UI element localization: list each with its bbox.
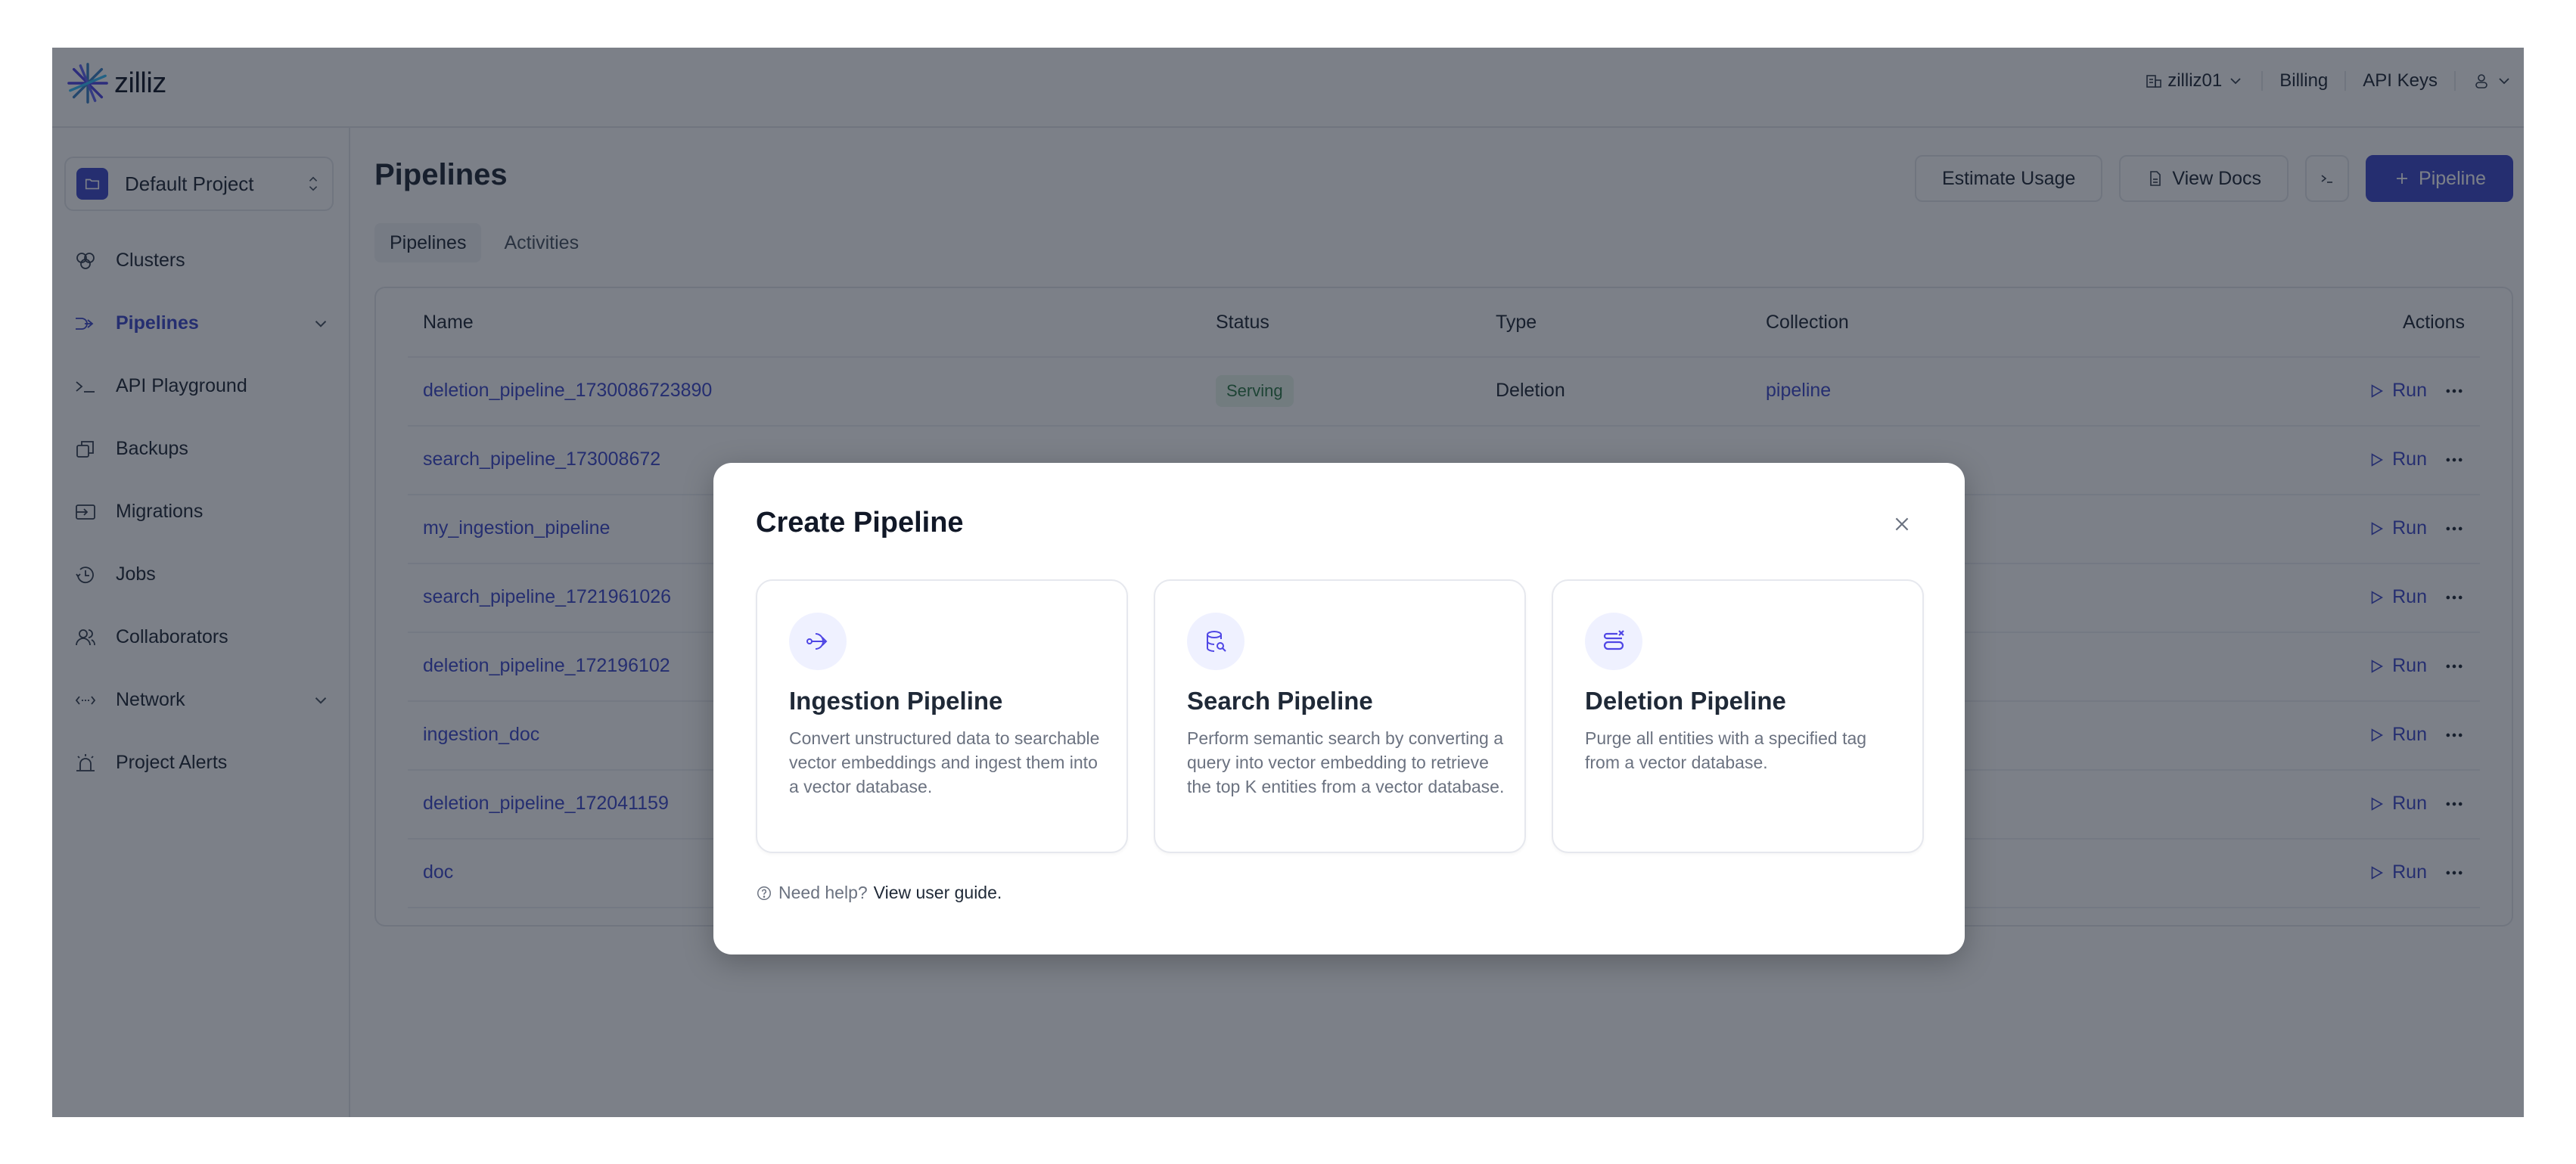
card-title: Ingestion Pipeline xyxy=(789,687,1003,715)
create-pipeline-modal: Create Pipeline Ingestion Pipeline Conve… xyxy=(713,463,1965,954)
ingestion-pipeline-card[interactable]: Ingestion Pipeline Convert unstructured … xyxy=(756,579,1128,853)
card-description: Purge all entities with a specified tag … xyxy=(1585,728,1867,772)
help-section: Need help? View user guide. xyxy=(756,883,1002,903)
pipeline-type-cards: Ingestion Pipeline Convert unstructured … xyxy=(756,579,1924,853)
close-icon[interactable] xyxy=(1892,514,1912,534)
help-circle-icon xyxy=(757,886,771,900)
card-description: Perform semantic search by converting a … xyxy=(1187,728,1505,796)
search-pipeline-card[interactable]: Search Pipeline Perform semantic search … xyxy=(1154,579,1526,853)
search-db-icon xyxy=(1207,631,1226,652)
ingestion-icon xyxy=(806,633,828,650)
modal-title: Create Pipeline xyxy=(756,507,964,539)
card-title: Search Pipeline xyxy=(1187,687,1373,715)
deletion-icon xyxy=(1603,630,1624,650)
card-title: Deletion Pipeline xyxy=(1585,687,1786,715)
view-user-guide-link[interactable]: View user guide. xyxy=(874,883,1002,903)
card-description: Convert unstructured data to searchable … xyxy=(789,728,1100,796)
app-window: zilliz zilliz01 Billing API Keys Def xyxy=(52,48,2524,1117)
deletion-pipeline-card[interactable]: Deletion Pipeline Purge all entities wit… xyxy=(1552,579,1924,853)
help-text: Need help? xyxy=(778,883,868,902)
